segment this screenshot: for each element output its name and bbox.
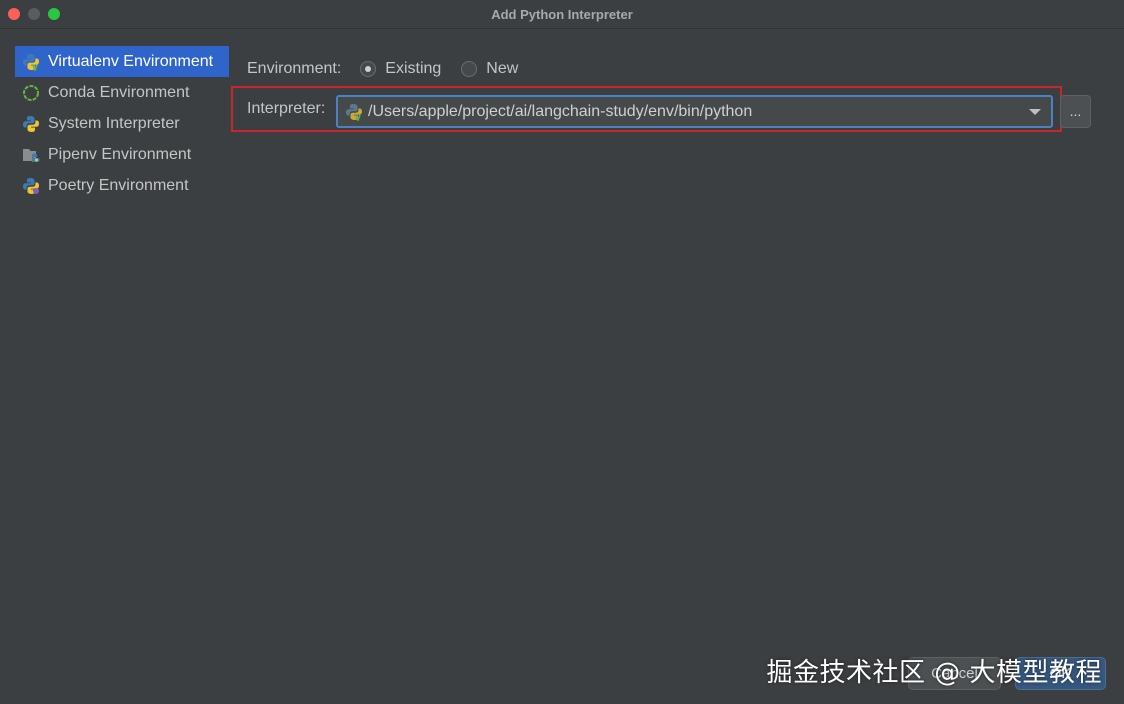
watermark: 掘金技术社区 @ 大模型教程 — [766, 658, 1102, 688]
sidebar-item-virtualenv[interactable]: Virtualenv Environment — [15, 46, 229, 77]
sidebar-item-label: Virtualenv Environment — [48, 52, 214, 70]
sidebar-item-system-interpreter[interactable]: System Interpreter — [15, 108, 229, 139]
sidebar-item-label: Pipenv Environment — [48, 145, 192, 163]
title-bar: Add Python Interpreter — [0, 0, 1124, 29]
environment-row: Environment: Existing New — [247, 58, 518, 80]
environment-label: Environment: — [247, 60, 342, 77]
pipenv-icon — [21, 145, 41, 165]
new-radio[interactable] — [461, 61, 478, 77]
sidebar-item-pipenv[interactable]: Pipenv Environment — [15, 139, 229, 170]
new-radio-label[interactable]: New — [486, 60, 518, 78]
close-window-button[interactable] — [8, 8, 20, 20]
environment-type-list: Virtualenv Environment Conda Environment… — [15, 46, 229, 201]
sidebar-item-poetry[interactable]: Poetry Environment — [15, 170, 229, 201]
chevron-down-icon[interactable] — [1029, 108, 1041, 115]
minimize-window-button[interactable] — [28, 8, 40, 20]
sidebar-item-conda[interactable]: Conda Environment — [15, 77, 229, 108]
zoom-window-button[interactable] — [48, 8, 60, 20]
existing-radio[interactable] — [360, 61, 377, 77]
conda-icon — [21, 83, 41, 103]
browse-interpreter-button[interactable]: ... — [1060, 95, 1091, 128]
interpreter-select[interactable]: /Users/apple/project/ai/langchain-study/… — [336, 95, 1053, 128]
python-icon — [21, 114, 41, 134]
window-controls — [8, 8, 60, 20]
sidebar-item-label: Conda Environment — [48, 83, 190, 101]
interpreter-label: Interpreter: — [247, 100, 326, 117]
existing-radio-label[interactable]: Existing — [385, 60, 441, 78]
python-virtualenv-icon — [344, 102, 364, 122]
sidebar-item-label: Poetry Environment — [48, 176, 189, 194]
interpreter-path: /Users/apple/project/ai/langchain-study/… — [368, 102, 753, 120]
python-virtualenv-icon — [21, 52, 41, 72]
sidebar-item-label: System Interpreter — [48, 114, 180, 132]
poetry-icon — [21, 176, 41, 196]
window-title: Add Python Interpreter — [491, 6, 633, 22]
